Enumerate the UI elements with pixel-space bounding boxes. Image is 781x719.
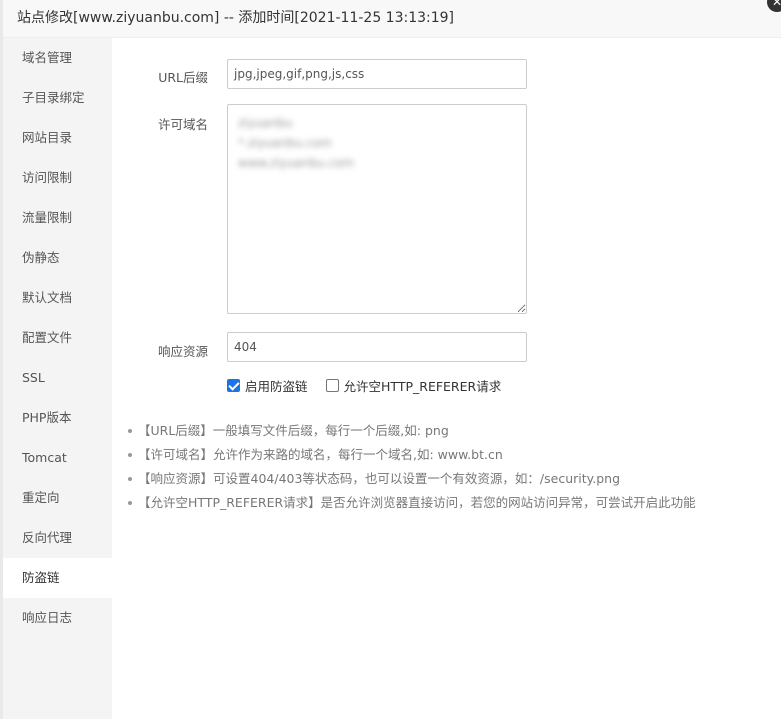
- sidebar-item-traffic-limit[interactable]: 流量限制: [3, 198, 112, 238]
- help-tip: 【许可域名】允许作为来路的域名，每行一个域名,如: www.bt.cn: [128, 446, 768, 470]
- sidebar-item-ssl[interactable]: SSL: [3, 358, 112, 398]
- sidebar-item-hotlink-protection[interactable]: 防盗链: [3, 558, 112, 598]
- url-suffix-input[interactable]: jpg,jpeg,gif,png,js,css: [227, 59, 527, 89]
- sidebar-item-response-log[interactable]: 响应日志: [3, 598, 112, 638]
- enable-hotlink-label: 启用防盗链: [245, 379, 308, 394]
- sidebar-item-rewrite[interactable]: 伪静态: [3, 238, 112, 278]
- site-settings-dialog: 站点修改[www.ziyuanbu.com] -- 添加时间[2021-11-2…: [3, 0, 781, 719]
- sidebar-item-reverse-proxy[interactable]: 反向代理: [3, 518, 112, 558]
- dialog-title: 站点修改[www.ziyuanbu.com] -- 添加时间[2021-11-2…: [3, 0, 781, 38]
- url-suffix-label: URL后缀: [158, 70, 208, 85]
- help-tip: 【URL后缀】一般填写文件后缀，每行一个后缀,如: png: [128, 422, 768, 446]
- help-tips-list: 【URL后缀】一般填写文件后缀，每行一个后缀,如: png 【许可域名】允许作为…: [128, 422, 768, 518]
- allow-empty-referer-label: 允许空HTTP_REFERER请求: [343, 379, 502, 394]
- allow-empty-referer-option[interactable]: 允许空HTTP_REFERER请求: [325, 376, 502, 395]
- sidebar-item-default-doc[interactable]: 默认文档: [3, 278, 112, 318]
- response-resource-label: 响应资源: [157, 344, 208, 359]
- sidebar-item-access-limit[interactable]: 访问限制: [3, 158, 112, 198]
- enable-hotlink-checkbox[interactable]: [227, 379, 240, 392]
- sidebar-item-site-dir[interactable]: 网站目录: [3, 118, 112, 158]
- options-row: 启用防盗链 允许空HTTP_REFERER请求: [227, 376, 519, 395]
- help-tip: 【响应资源】可设置404/403等状态码，也可以设置一个有效资源，如：/secu…: [128, 470, 768, 494]
- response-resource-input[interactable]: 404: [227, 332, 527, 362]
- allow-empty-referer-checkbox[interactable]: [325, 379, 339, 392]
- sidebar-item-php-version[interactable]: PHP版本: [3, 398, 112, 438]
- allowed-domains-textarea[interactable]: ziyuanbu *.ziyuanbu.com www.ziyuanbu.com: [227, 104, 527, 314]
- allowed-domain-line: www.ziyuanbu.com: [238, 156, 355, 170]
- sidebar-item-config-file[interactable]: 配置文件: [3, 318, 112, 358]
- sidebar-item-tomcat[interactable]: Tomcat: [3, 438, 112, 478]
- sidebar-item-subdir-binding[interactable]: 子目录绑定: [3, 78, 112, 118]
- allowed-domain-line: *.ziyuanbu.com: [238, 136, 332, 150]
- sidebar: 域名管理 子目录绑定 网站目录 访问限制 流量限制 伪静态 默认文档 配置文件 …: [3, 38, 112, 719]
- sidebar-item-redirect[interactable]: 重定向: [3, 478, 112, 518]
- allowed-domains-label: 许可域名: [157, 117, 208, 132]
- enable-hotlink-option[interactable]: 启用防盗链: [227, 376, 308, 395]
- allowed-domain-line: ziyuanbu: [238, 116, 293, 130]
- help-tip: 【允许空HTTP_REFERER请求】是否允许浏览器直接访问，若您的网站访问异常…: [128, 494, 768, 518]
- sidebar-item-domains[interactable]: 域名管理: [3, 38, 112, 78]
- hotlink-settings-panel: URL后缀 jpg,jpeg,gif,png,js,css 许可域名 ziyua…: [112, 38, 781, 719]
